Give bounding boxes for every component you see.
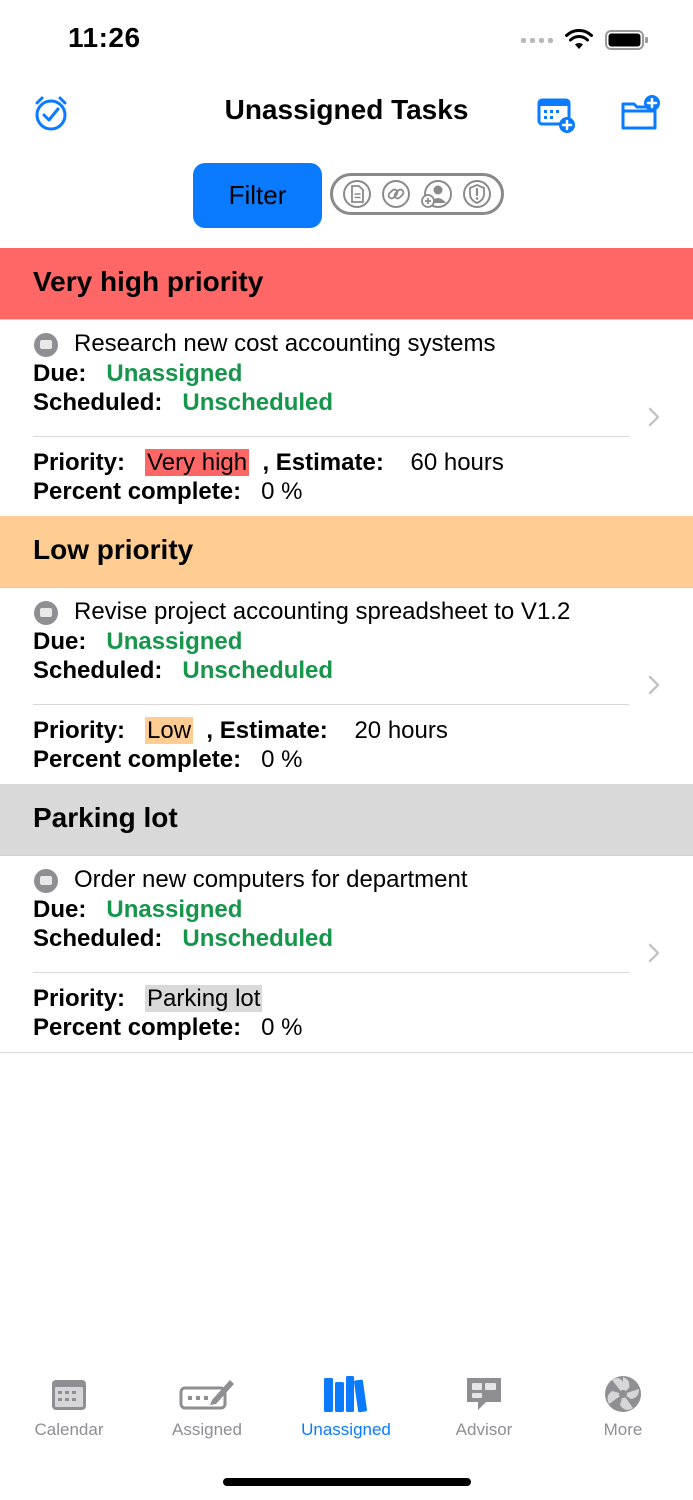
section-header-low: Low priority — [0, 516, 693, 588]
estimate-value: 60 hours — [410, 449, 504, 476]
status-bar: 11:26 — [0, 0, 693, 80]
priority-label: Priority: — [33, 985, 126, 1012]
due-value: Unassigned — [106, 896, 243, 923]
percent-label: Percent complete: — [33, 1014, 242, 1041]
task-row[interactable]: Research new cost accounting systems Due… — [0, 320, 693, 517]
link-icon[interactable] — [381, 179, 411, 209]
status-indicators — [521, 28, 649, 52]
tab-label: More — [603, 1420, 643, 1439]
navigation-bar: Unassigned Tasks — [0, 80, 693, 150]
scheduled-value: Unscheduled — [182, 389, 334, 416]
divider — [33, 972, 629, 973]
due-label: Due: — [33, 628, 87, 655]
estimate-label: , Estimate: — [206, 717, 328, 744]
tab-label: Calendar — [34, 1420, 104, 1439]
filter-row: Filter — [0, 163, 693, 229]
tab-unassigned[interactable]: Unassigned — [277, 1374, 415, 1440]
task-name: Research new cost accounting systems — [74, 330, 496, 357]
add-folder-icon[interactable] — [620, 94, 660, 134]
calendar-icon — [52, 1380, 86, 1410]
section-title: Low priority — [33, 534, 194, 565]
priority-value: Parking lot — [145, 985, 263, 1012]
divider — [33, 436, 629, 437]
add-calendar-icon[interactable] — [536, 94, 576, 134]
more-icon — [605, 1376, 641, 1412]
due-label: Due: — [33, 360, 87, 387]
page-title: Unassigned Tasks — [224, 94, 469, 125]
task-type-icon — [34, 869, 58, 893]
tab-label: Advisor — [455, 1420, 513, 1439]
section-title: Parking lot — [33, 802, 178, 833]
chevron-right-icon — [648, 675, 660, 695]
advisor-icon — [467, 1378, 501, 1410]
task-name: Revise project accounting spreadsheet to… — [74, 598, 571, 625]
document-icon[interactable] — [342, 179, 372, 209]
scheduled-value: Unscheduled — [182, 657, 334, 684]
scheduled-label: Scheduled: — [33, 925, 163, 952]
estimate-value: 20 hours — [354, 717, 448, 744]
tab-more[interactable]: More — [554, 1374, 692, 1440]
percent-label: Percent complete: — [33, 746, 242, 773]
books-icon — [324, 1376, 367, 1413]
percent-value: 0 % — [261, 1014, 303, 1041]
task-row[interactable]: Revise project accounting spreadsheet to… — [0, 588, 693, 785]
tab-label: Unassigned — [301, 1420, 391, 1439]
tab-calendar[interactable]: Calendar — [0, 1374, 138, 1440]
estimate-label: , Estimate: — [262, 449, 384, 476]
battery-icon — [605, 30, 648, 50]
section-title: Very high priority — [33, 266, 264, 297]
due-label: Due: — [33, 896, 87, 923]
task-name: Order new computers for department — [74, 866, 468, 893]
percent-value: 0 % — [261, 746, 303, 773]
scheduled-label: Scheduled: — [33, 657, 163, 684]
tab-assigned[interactable]: Assigned — [138, 1374, 276, 1440]
task-type-icon — [34, 333, 58, 357]
due-value: Unassigned — [106, 628, 243, 655]
priority-value: Low — [145, 717, 194, 744]
add-person-icon[interactable] — [420, 179, 453, 209]
shield-alert-icon[interactable] — [462, 179, 492, 209]
section-header-parking-lot: Parking lot — [0, 784, 693, 856]
task-type-icon — [34, 601, 58, 625]
status-time: 11:26 — [68, 22, 141, 53]
priority-label: Priority: — [33, 717, 126, 744]
tab-label: Assigned — [172, 1420, 242, 1439]
scheduled-label: Scheduled: — [33, 389, 163, 416]
assigned-icon — [179, 1380, 234, 1410]
cellular-signal-icon — [521, 37, 553, 43]
wifi-icon — [565, 29, 593, 49]
filter-button[interactable]: Filter — [193, 163, 322, 228]
percent-label: Percent complete: — [33, 478, 242, 505]
task-row[interactable]: Order new computers for department Due: … — [0, 856, 693, 1053]
tab-advisor[interactable]: Advisor — [415, 1374, 553, 1440]
percent-value: 0 % — [261, 478, 303, 505]
priority-label: Priority: — [33, 449, 126, 476]
home-indicator[interactable] — [223, 1478, 471, 1486]
chevron-right-icon — [648, 943, 660, 963]
due-value: Unassigned — [106, 360, 243, 387]
filter-options — [330, 173, 504, 215]
divider — [33, 704, 629, 705]
priority-value: Very high — [145, 449, 250, 476]
scheduled-value: Unscheduled — [182, 925, 334, 952]
chevron-right-icon — [648, 407, 660, 427]
section-header-very-high: Very high priority — [0, 248, 693, 320]
